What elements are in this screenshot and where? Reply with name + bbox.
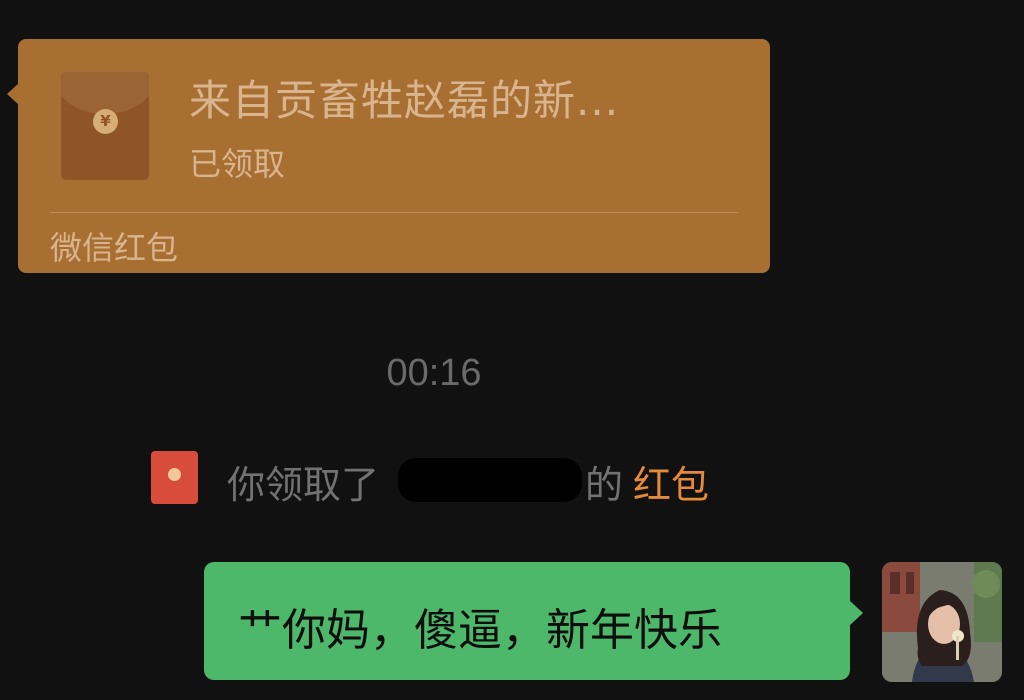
- red-packet-status: 已领取: [189, 145, 286, 183]
- red-packet-small-icon: [151, 451, 198, 504]
- redacted-name: [398, 458, 582, 502]
- message-text: 艹你妈，傻逼，新年快乐: [238, 605, 722, 656]
- avatar[interactable]: [882, 562, 1002, 682]
- system-notice-suffix: 的: [585, 463, 624, 507]
- system-notice-prefix: 你领取了: [227, 463, 380, 507]
- red-packet-icon: ¥: [61, 72, 149, 180]
- coin-icon: ¥: [93, 109, 118, 134]
- red-packet-seal: [168, 468, 181, 481]
- avatar-photo: [882, 562, 1002, 682]
- red-packet-link[interactable]: 红包: [633, 454, 709, 509]
- red-packet-flap: [61, 72, 149, 114]
- outgoing-message-bubble[interactable]: 艹你妈，傻逼，新年快乐: [204, 562, 863, 680]
- red-packet-title: 来自贡畜牲赵磊的新...: [189, 76, 620, 125]
- chat-view: ¥ 来自贡畜牲赵磊的新... 已领取 微信红包 00:16 你领取了 的 红包 …: [0, 0, 1024, 700]
- divider: [50, 212, 738, 213]
- red-packet-source-label: 微信红包: [50, 229, 179, 267]
- red-packet-message[interactable]: ¥ 来自贡畜牲赵磊的新... 已领取 微信红包: [7, 39, 770, 273]
- message-timestamp: 00:16: [386, 352, 482, 394]
